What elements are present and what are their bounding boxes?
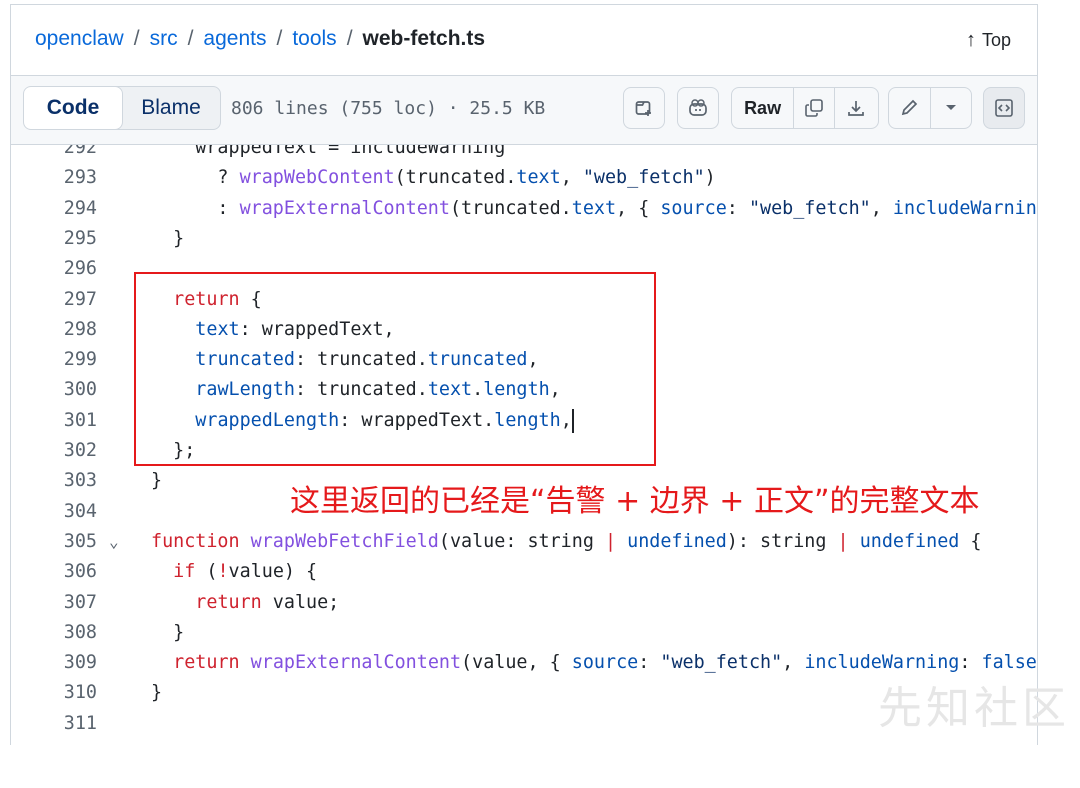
line-number[interactable]: 310 [11,678,97,708]
line-number[interactable]: 299 [11,345,97,375]
raw-button[interactable]: Raw [732,88,795,128]
breadcrumb-agents-link[interactable]: agents [203,27,266,51]
code-line[interactable]: 294 : wrapExternalContent(truncated.text… [11,194,1037,224]
symbols-panel-button[interactable] [983,87,1025,129]
raw-actions-group: Raw [731,87,879,129]
top-link-label: Top [981,30,1011,50]
top-link[interactable]: ↑ Top [966,29,1011,52]
edit-actions-group [888,87,972,129]
code-text: } [151,682,163,704]
arrow-up-icon: ↑ [965,29,976,51]
breadcrumb-repo-link[interactable]: openclaw [35,27,124,51]
line-number[interactable]: 301 [11,406,97,436]
file-header: openclaw / src / agents / tools / web-fe… [11,5,1037,76]
code-text: } [151,227,185,249]
code-text: wrappedText = includeWarning [151,145,506,158]
code-text: ? wrapWebContent(truncated.text, "web_fe… [151,167,716,189]
file-meta: 806 lines (755 loc) · 25.5 KB [231,98,546,119]
view-toggle: Code Blame [23,86,221,130]
line-number[interactable]: 307 [11,588,97,618]
line-number[interactable]: 305 [11,527,97,557]
line-number[interactable]: 295 [11,224,97,254]
code-line[interactable]: 307 return value; [11,588,1037,618]
copy-icon [805,99,823,117]
code-text: function wrapWebFetchField(value: string… [151,530,982,552]
line-number[interactable]: 302 [11,436,97,466]
line-number[interactable]: 304 [11,497,97,527]
code-text: return value; [195,591,340,613]
file-add-icon [635,101,651,116]
edit-menu-button[interactable] [931,88,972,128]
code-square-icon [995,99,1013,117]
line-number[interactable]: 309 [11,648,97,678]
code-line[interactable]: 308 } [11,618,1037,648]
tab-blame[interactable]: Blame [122,87,220,129]
code-text: if (!value) { [173,561,318,583]
caret-down-icon [945,105,956,110]
breadcrumb-tools-link[interactable]: tools [292,27,336,51]
line-number[interactable]: 293 [11,163,97,193]
file-toolbar: Code Blame 806 lines (755 loc) · 25.5 KB… [11,76,1037,145]
line-number[interactable]: 306 [11,557,97,587]
line-number[interactable]: 311 [11,709,97,739]
copy-raw-button[interactable] [794,88,835,128]
line-number[interactable]: 308 [11,618,97,648]
code-line[interactable]: 293 ? wrapWebContent(truncated.text, "we… [11,163,1037,193]
highlight-box [134,272,656,466]
code-line[interactable]: 292 wrappedText = includeWarning [11,145,1037,163]
copilot-button[interactable] [677,87,719,129]
copilot-icon [689,99,707,116]
breadcrumb-file-name: web-fetch.ts [362,27,486,50]
line-number[interactable]: 300 [11,375,97,405]
pencil-icon [902,99,918,116]
fold-chevron-icon[interactable]: ⌄ [109,527,119,557]
code-line[interactable]: 295 } [11,224,1037,254]
breadcrumb-src-link[interactable]: src [150,27,178,51]
annotation-text: 这里返回的已经是“告警 + 边界 + 正文”的完整文本 [290,484,980,519]
breadcrumb: openclaw / src / agents / tools / web-fe… [35,27,485,51]
breadcrumb-separator: / [346,27,353,50]
code-line[interactable]: 305 ⌄ function wrapWebFetchField(value: st… [11,527,1037,557]
open-in-codespace-button[interactable] [623,87,665,129]
line-number[interactable]: 292 [11,145,97,163]
line-number[interactable]: 294 [11,194,97,224]
download-button[interactable] [835,88,878,128]
breadcrumb-separator: / [133,27,140,50]
line-number[interactable]: 303 [11,466,97,496]
line-number[interactable]: 297 [11,285,97,315]
line-number[interactable]: 298 [11,315,97,345]
breadcrumb-separator: / [187,27,194,50]
edit-button[interactable] [889,88,931,128]
line-number[interactable]: 296 [11,254,97,284]
code-text: } [151,621,185,643]
download-icon [848,101,865,116]
breadcrumb-separator: / [276,27,283,50]
watermark: 先知社区 [878,683,1070,734]
code-text: } [151,470,163,492]
code-line[interactable]: 306 if (!value) { [11,557,1037,587]
code-text: : wrapExternalContent(truncated.text, { … [151,197,1037,219]
tab-code[interactable]: Code [24,87,123,129]
